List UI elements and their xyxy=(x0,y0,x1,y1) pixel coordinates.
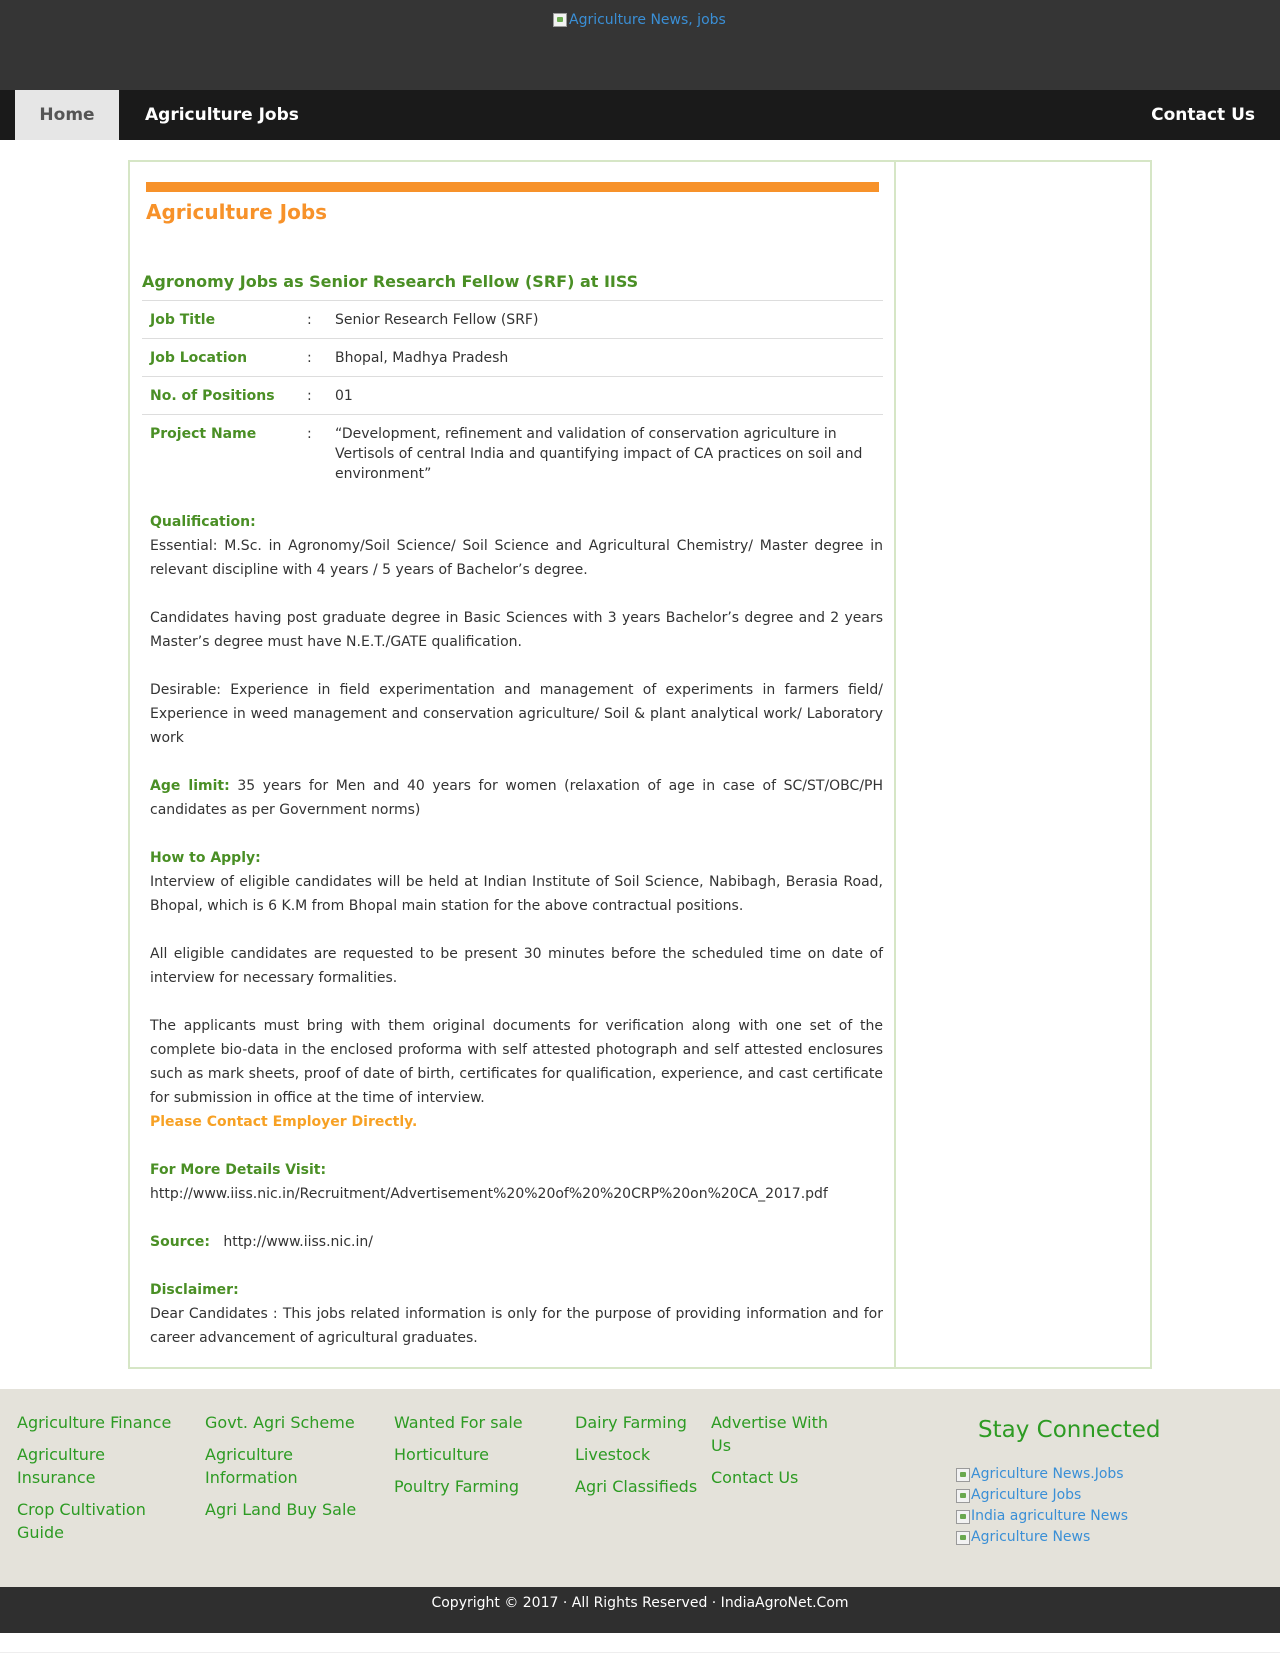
project-name-label: Project Name xyxy=(142,414,307,492)
project-name-value: “Development, refinement and validation … xyxy=(327,414,883,492)
age-limit-text: 35 years for Men and 40 years for women … xyxy=(150,778,884,818)
table-row: Job Title : Senior Research Fellow (SRF) xyxy=(142,300,883,339)
stay-link-agriculture-jobs[interactable]: Agriculture Jobs xyxy=(956,1485,1128,1506)
more-details-label: For More Details Visit: xyxy=(150,1162,327,1178)
documents-text: The applicants must bring with them orig… xyxy=(150,1018,883,1106)
broken-image-icon xyxy=(956,1509,970,1524)
broken-image-icon xyxy=(956,1530,970,1545)
stay-link-label: India agriculture News xyxy=(971,1508,1129,1524)
job-description: Qualification: Essential: M.Sc. in Agron… xyxy=(150,510,883,1350)
site-header: Agriculture News, jobs xyxy=(0,0,1280,90)
footer-link-advertise-with-us[interactable]: Advertise With Us xyxy=(711,1411,841,1457)
footer-link-govt-agri-scheme[interactable]: Govt. Agri Scheme xyxy=(205,1411,375,1434)
footer-link-livestock[interactable]: Livestock xyxy=(575,1443,715,1466)
table-row: Job Location : Bhopal, Madhya Pradesh xyxy=(142,338,883,377)
table-row: No. of Positions : 01 xyxy=(142,376,883,415)
candidates-text: Candidates having post graduate degree i… xyxy=(150,610,883,650)
job-heading: Agronomy Jobs as Senior Research Fellow … xyxy=(142,272,639,291)
source-url[interactable]: http://www.iiss.nic.in/ xyxy=(223,1234,373,1250)
job-title-label: Job Title xyxy=(142,300,307,339)
footer-link-agri-classifieds[interactable]: Agri Classifieds xyxy=(575,1475,715,1498)
source-label: Source: xyxy=(150,1234,210,1250)
site-logo[interactable]: Agriculture News, jobs xyxy=(553,12,726,28)
positions-value: 01 xyxy=(327,376,883,415)
stay-link-india-agriculture-news[interactable]: India agriculture News xyxy=(956,1506,1128,1527)
footer-link-contact-us[interactable]: Contact Us xyxy=(711,1466,841,1489)
footer-link-wanted-for-sale[interactable]: Wanted For sale xyxy=(394,1411,564,1434)
job-location-value: Bhopal, Madhya Pradesh xyxy=(327,338,883,377)
broken-image-icon xyxy=(956,1467,970,1482)
stay-link-agriculture-news[interactable]: Agriculture News xyxy=(956,1527,1128,1548)
site-logo-alt: Agriculture News, jobs xyxy=(569,12,726,28)
nav-agriculture-jobs[interactable]: Agriculture Jobs xyxy=(145,90,299,140)
sidebar-divider xyxy=(894,162,896,1367)
nav-home[interactable]: Home xyxy=(15,90,119,140)
job-title-value: Senior Research Fellow (SRF) xyxy=(327,300,883,339)
job-details-table: Job Title : Senior Research Fellow (SRF)… xyxy=(142,300,883,492)
footer-link-agri-land-buy-sale[interactable]: Agri Land Buy Sale xyxy=(205,1498,375,1521)
section-accent-bar xyxy=(146,182,879,192)
stay-connected-links: Agriculture News.Jobs Agriculture Jobs I… xyxy=(956,1464,1128,1548)
footer-column: Govt. Agri Scheme Agriculture Informatio… xyxy=(205,1411,375,1530)
section-title: Agriculture Jobs xyxy=(146,200,328,224)
desirable-text: Desirable: Experience in field experimen… xyxy=(150,682,883,746)
copyright-bar: Copyright © 2017 · All Rights Reserved ·… xyxy=(0,1587,1280,1633)
positions-label: No. of Positions xyxy=(142,376,307,415)
footer-link-dairy-farming[interactable]: Dairy Farming xyxy=(575,1411,715,1434)
page-bottom-divider xyxy=(0,1652,1280,1653)
stay-link-label: Agriculture Jobs xyxy=(971,1487,1082,1503)
row-separator: : xyxy=(307,376,327,415)
stay-link-agriculture-news-jobs[interactable]: Agriculture News.Jobs xyxy=(956,1464,1128,1485)
copyright-text: Copyright © 2017 · All Rights Reserved ·… xyxy=(431,1595,849,1611)
footer-column: Wanted For sale Horticulture Poultry Far… xyxy=(394,1411,564,1507)
content-box: Agriculture Jobs Agronomy Jobs as Senior… xyxy=(128,160,1152,1369)
apply-text: Interview of eligible candidates will be… xyxy=(150,874,883,914)
disclaimer-label: Disclaimer: xyxy=(150,1282,239,1298)
essential-text: Essential: M.Sc. in Agronomy/Soil Scienc… xyxy=(150,538,883,578)
contact-employer-note: Please Contact Employer Directly. xyxy=(150,1114,418,1130)
nav-contact-us[interactable]: Contact Us xyxy=(1151,90,1255,140)
job-location-label: Job Location xyxy=(142,338,307,377)
row-separator: : xyxy=(307,338,327,377)
age-limit-label: Age limit: xyxy=(150,778,230,794)
stay-link-label: Agriculture News.Jobs xyxy=(971,1466,1124,1482)
site-footer: Agriculture Finance Agriculture Insuranc… xyxy=(0,1389,1280,1587)
more-details-url[interactable]: http://www.iiss.nic.in/Recruitment/Adver… xyxy=(150,1186,828,1202)
stay-connected-title: Stay Connected xyxy=(978,1417,1161,1443)
footer-column: Advertise With Us Contact Us xyxy=(711,1411,841,1498)
footer-link-agriculture-finance[interactable]: Agriculture Finance xyxy=(17,1411,187,1434)
how-to-apply-label: How to Apply: xyxy=(150,850,261,866)
footer-link-crop-cultivation-guide[interactable]: Crop Cultivation Guide xyxy=(17,1498,187,1544)
qualification-label: Qualification: xyxy=(150,514,256,530)
footer-link-horticulture[interactable]: Horticulture xyxy=(394,1443,564,1466)
stay-link-label: Agriculture News xyxy=(971,1529,1091,1545)
broken-image-icon xyxy=(956,1488,970,1503)
table-row: Project Name : “Development, refinement … xyxy=(142,414,883,492)
broken-image-icon xyxy=(553,13,567,27)
footer-link-agriculture-insurance[interactable]: Agriculture Insurance xyxy=(17,1443,187,1489)
footer-link-poultry-farming[interactable]: Poultry Farming xyxy=(394,1475,564,1498)
main-nav: Home Agriculture Jobs Contact Us xyxy=(0,90,1280,140)
footer-column: Dairy Farming Livestock Agri Classifieds xyxy=(575,1411,715,1507)
row-separator: : xyxy=(307,300,327,339)
footer-link-agriculture-information[interactable]: Agriculture Information xyxy=(205,1443,375,1489)
row-separator: : xyxy=(307,414,327,492)
footer-column: Agriculture Finance Agriculture Insuranc… xyxy=(17,1411,187,1553)
disclaimer-text: Dear Candidates : This jobs related info… xyxy=(150,1306,883,1346)
present-text: All eligible candidates are requested to… xyxy=(150,946,883,986)
